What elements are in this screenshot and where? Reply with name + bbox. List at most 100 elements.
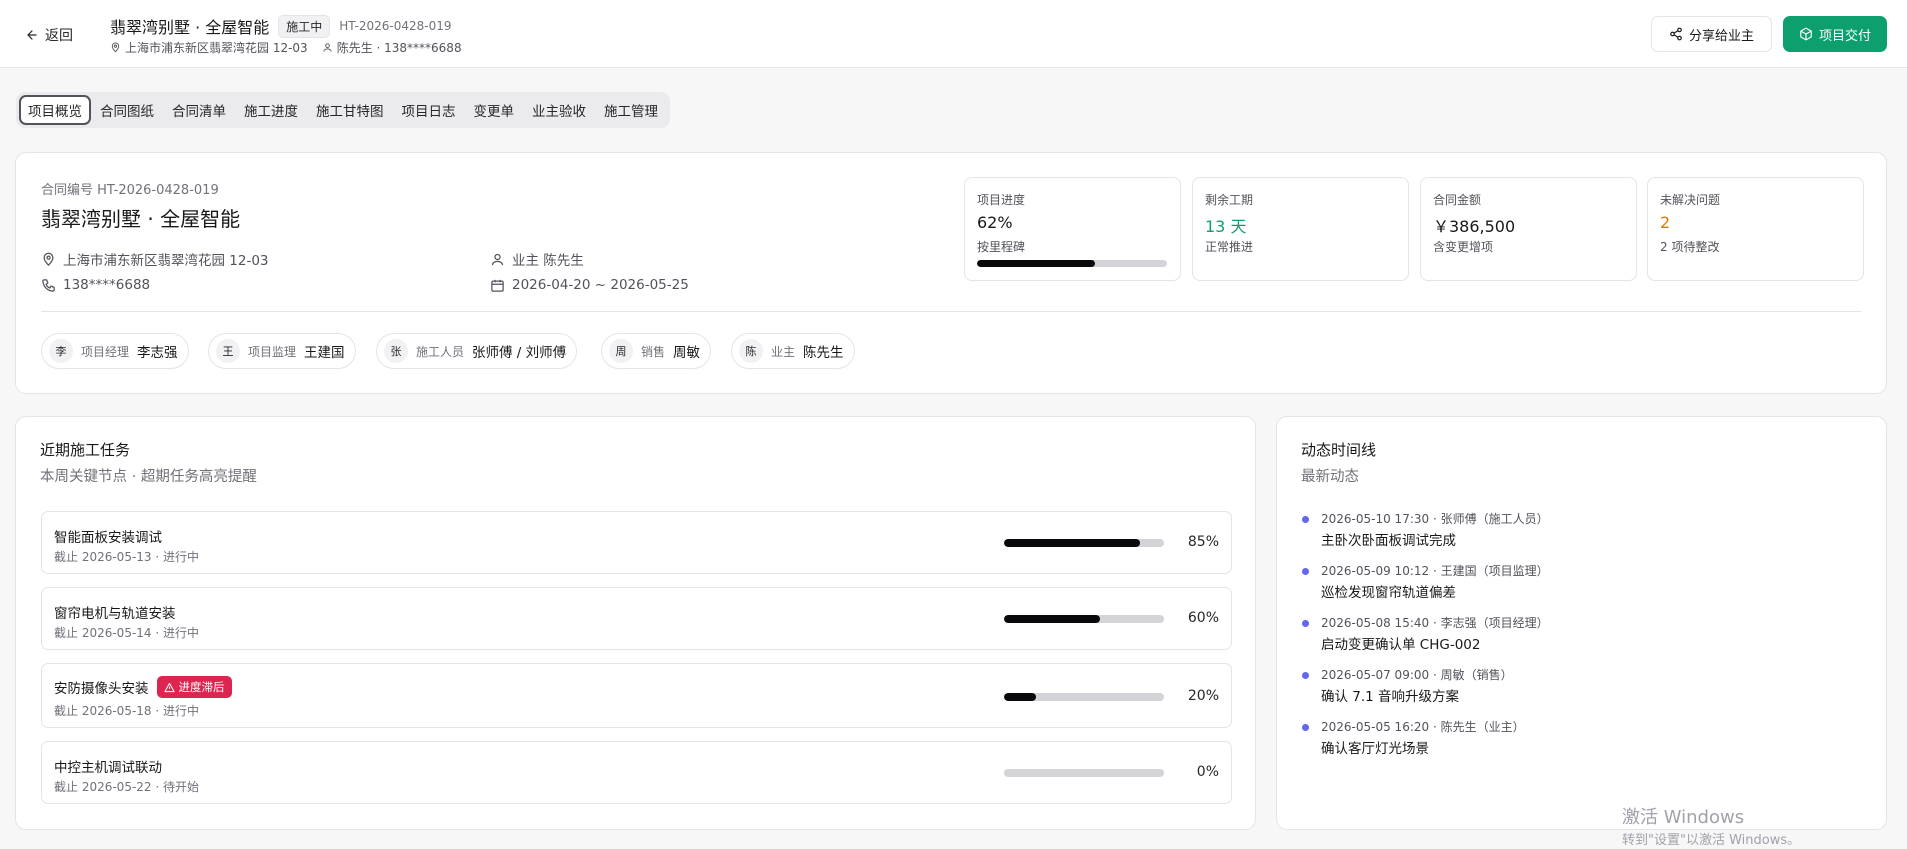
project-deliver-button[interactable]: 项目交付 — [1783, 16, 1887, 52]
stat-hint: 含变更增项 — [1433, 240, 1494, 254]
timeline-subtitle: 最新动态 — [1301, 469, 1359, 485]
team-chip-owner[interactable]: 陈 业主 陈先生 — [731, 333, 855, 369]
tab-owner-acceptance[interactable]: 业主验收 — [523, 95, 595, 125]
tab-change-orders[interactable]: 变更单 — [465, 95, 524, 125]
team-role: 业主 — [771, 344, 796, 359]
team-name: 周敏 — [673, 345, 701, 361]
stat-label: 项目进度 — [977, 193, 1026, 207]
timeline-dot — [1302, 724, 1309, 731]
task-progress-fill — [1004, 615, 1100, 623]
timeline-text: 确认 7.1 音响升级方案 — [1321, 689, 1460, 705]
summary-owner: 业主 陈先生 — [490, 249, 584, 269]
summary-address: 上海市浦东新区翡翠湾花园 12-03 — [41, 249, 269, 269]
stat-label: 合同金额 — [1433, 193, 1482, 207]
team-role: 施工人员 — [416, 344, 465, 359]
back-label: 返回 — [45, 28, 73, 44]
team-role: 销售 — [641, 344, 666, 359]
task-name-text: 安防摄像头安装 — [54, 681, 149, 697]
header-subinfo: 上海市浦东新区翡翠湾花园 12-03 陈先生 · 138****6688 — [110, 39, 462, 56]
share-label: 分享给业主 — [1688, 28, 1754, 44]
task-percent: 0% — [1196, 764, 1219, 780]
stat-hint: 按里程碑 — [977, 240, 1026, 254]
stat-contract-amount: 合同金额 ￥386,500 含变更增项 — [1420, 177, 1637, 281]
deliver-label: 项目交付 — [1818, 28, 1871, 44]
map-pin-icon — [111, 42, 120, 53]
summary-title: 翡翠湾别墅 · 全屋智能 — [41, 207, 241, 231]
map-pin-icon — [43, 252, 54, 266]
tab-construction-mgmt[interactable]: 施工管理 — [595, 95, 667, 125]
timeline-dot — [1302, 672, 1309, 679]
divider — [41, 311, 1861, 312]
status-badge: 施工中 — [278, 14, 331, 38]
task-item[interactable]: 中控主机调试联动 截止 2026-05-22 · 待开始 0% — [41, 741, 1232, 804]
team-chip-sales[interactable]: 周 销售 周敏 — [601, 333, 712, 369]
task-percent: 20% — [1187, 688, 1219, 704]
tab-contract-list[interactable]: 合同清单 — [163, 95, 235, 125]
stat-label: 剩余工期 — [1205, 193, 1254, 207]
team-chip-supervisor[interactable]: 王 项目监理 王建国 — [208, 333, 356, 369]
team-chip-pm[interactable]: 李 项目经理 李志强 — [41, 333, 189, 369]
stat-hint: 正常推进 — [1205, 240, 1254, 254]
task-item[interactable]: 安防摄像头安装 进度滞后 截止 2026-05-18 · 进行中 20% — [41, 663, 1232, 728]
timeline-time: 2026-05-05 16:20 · 陈先生（业主） — [1321, 720, 1525, 734]
timeline-dot — [1302, 516, 1309, 523]
share-to-owner-button[interactable]: 分享给业主 — [1651, 16, 1772, 52]
summary-phone-text: 138****6688 — [63, 277, 151, 293]
tasks-title: 近期施工任务 — [40, 441, 131, 459]
stat-progress: 项目进度 62% 按里程碑 — [964, 177, 1181, 281]
task-progress-fill — [1004, 693, 1036, 701]
timeline-time: 2026-05-08 15:40 · 李志强（项目经理） — [1321, 616, 1549, 630]
warning-icon — [163, 682, 175, 692]
summary-dates-text: 2026-04-20 ~ 2026-05-25 — [512, 277, 689, 293]
timeline-time: 2026-05-10 17:30 · 张师傅（施工人员） — [1321, 512, 1549, 526]
header-owner: 陈先生 · 138****6688 — [322, 39, 462, 56]
team-chip-workers[interactable]: 张 施工人员 张师傅 / 刘师傅 — [376, 333, 578, 369]
task-item[interactable]: 智能面板安装调试 截止 2026-05-13 · 进行中 85% — [41, 511, 1232, 574]
task-name-text: 智能面板安装调试 — [54, 530, 162, 546]
late-badge: 进度滞后 — [156, 676, 232, 698]
project-summary-card: 合同编号 HT-2026-0428-019 翡翠湾别墅 · 全屋智能 上海市浦东… — [15, 152, 1887, 394]
task-progress-bar — [1004, 539, 1164, 547]
progress-bar — [977, 260, 1167, 267]
task-meta: 截止 2026-05-22 · 待开始 — [54, 780, 199, 794]
back-button[interactable]: 返回 — [25, 25, 73, 45]
team-name: 王建国 — [304, 345, 345, 361]
task-name: 中控主机调试联动 — [54, 756, 162, 776]
avatar: 陈 — [739, 339, 763, 363]
late-badge-label: 进度滞后 — [178, 680, 225, 694]
timeline-dot — [1302, 568, 1309, 575]
task-name: 窗帘电机与轨道安装 — [54, 602, 176, 622]
team-name: 张师傅 / 刘师傅 — [472, 345, 567, 361]
tab-progress[interactable]: 施工进度 — [235, 95, 307, 125]
phone-icon — [42, 278, 55, 292]
task-name-text: 窗帘电机与轨道安装 — [54, 606, 176, 622]
timeline-dot — [1302, 620, 1309, 627]
windows-watermark-hint: 转到"设置"以激活 Windows。 — [1622, 833, 1801, 848]
contract-number: 合同编号 HT-2026-0428-019 — [41, 183, 219, 198]
team-name: 李志强 — [137, 345, 178, 361]
task-item[interactable]: 窗帘电机与轨道安装 截止 2026-05-14 · 进行中 60% — [41, 587, 1232, 650]
stat-value: ￥386,500 — [1433, 217, 1516, 236]
timeline-text: 主卧次卧面板调试完成 — [1321, 533, 1456, 549]
stat-remaining-days: 剩余工期 13 天 正常推进 — [1192, 177, 1409, 281]
task-progress-bar — [1004, 769, 1164, 777]
tab-contract-drawings[interactable]: 合同图纸 — [91, 95, 163, 125]
avatar: 周 — [609, 339, 633, 363]
task-meta: 截止 2026-05-18 · 进行中 — [54, 704, 199, 718]
tab-gantt[interactable]: 施工甘特图 — [307, 95, 393, 125]
title-row: 翡翠湾别墅 · 全屋智能 施工中 HT-2026-0428-019 — [110, 14, 452, 38]
user-icon — [491, 253, 504, 265]
arrow-left-icon — [27, 30, 37, 40]
timeline-title: 动态时间线 — [1301, 441, 1377, 459]
tab-overview[interactable]: 项目概览 — [19, 95, 91, 125]
task-progress-bar — [1004, 693, 1164, 701]
task-progress-bar — [1004, 615, 1164, 623]
stat-value: 62% — [977, 213, 1013, 232]
team-role: 项目经理 — [81, 344, 130, 359]
summary-owner-text: 业主 陈先生 — [512, 253, 584, 269]
recent-tasks-card: 近期施工任务 本周关键节点 · 超期任务高亮提醒 智能面板安装调试 截止 202… — [15, 416, 1256, 830]
header-owner-text: 陈先生 · 138****6688 — [336, 41, 462, 55]
tasks-subtitle: 本周关键节点 · 超期任务高亮提醒 — [40, 469, 257, 485]
task-name: 安防摄像头安装 进度滞后 — [54, 676, 232, 698]
tab-log[interactable]: 项目日志 — [393, 95, 465, 125]
